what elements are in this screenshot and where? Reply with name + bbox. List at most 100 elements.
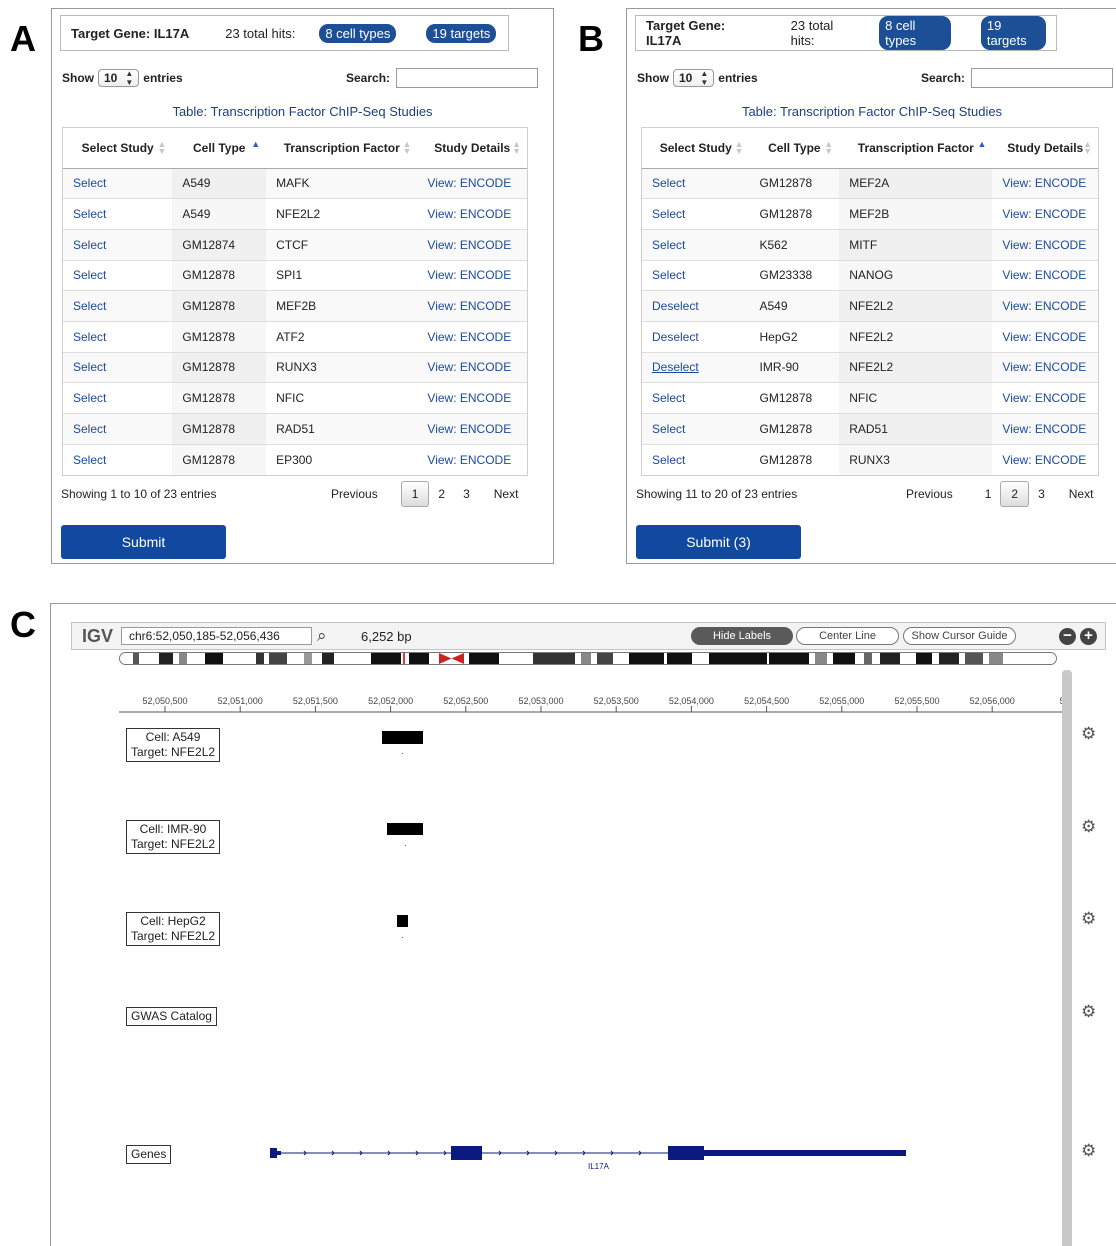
table-cell[interactable]: Select: [63, 198, 173, 230]
table-row: Select GM12878 MEF2B View: ENCODE: [63, 290, 527, 322]
table-cell: GM12878: [749, 382, 840, 414]
table-row: Select GM12878 NFIC View: ENCODE: [642, 382, 1098, 414]
table-cell[interactable]: Select: [642, 228, 750, 261]
table-cell[interactable]: View: ENCODE: [417, 443, 527, 475]
column-header[interactable]: Cell Type ▲: [172, 128, 267, 169]
table-cell[interactable]: Select: [63, 167, 173, 199]
scroll-rail[interactable]: [1062, 670, 1072, 1246]
gear-icon[interactable]: ⚙: [1081, 1002, 1096, 1022]
table-cell[interactable]: View: ENCODE: [992, 382, 1098, 414]
zoom-out-icon[interactable]: −: [1059, 628, 1076, 645]
search-icon[interactable]: ⌕: [317, 626, 327, 646]
cell-types-pill[interactable]: 8 cell types: [319, 23, 397, 43]
table-cell[interactable]: View: ENCODE: [417, 290, 527, 322]
ideogram[interactable]: [119, 652, 1059, 666]
table-cell[interactable]: Deselect: [642, 351, 750, 383]
column-header[interactable]: Study Details ▲ ▼: [992, 128, 1098, 169]
table-cell[interactable]: Select: [63, 443, 173, 475]
column-header[interactable]: Transcription Factor ▲: [839, 128, 993, 169]
table-cell[interactable]: View: ENCODE: [992, 443, 1098, 475]
table-cell[interactable]: Select: [642, 443, 750, 475]
table-cell[interactable]: Select: [642, 167, 750, 199]
column-header[interactable]: Transcription Factor ▲ ▼: [266, 128, 418, 169]
cell-types-pill[interactable]: 8 cell types: [879, 16, 951, 50]
table-cell[interactable]: View: ENCODE: [992, 320, 1098, 353]
table-cell[interactable]: View: ENCODE: [992, 167, 1098, 199]
ideogram-band: [815, 653, 827, 664]
peak-feature[interactable]: [397, 915, 408, 927]
table-cell[interactable]: View: ENCODE: [417, 351, 527, 383]
search-input[interactable]: [971, 68, 1114, 88]
table-cell[interactable]: View: ENCODE: [417, 259, 527, 291]
table-cell[interactable]: View: ENCODE: [417, 228, 527, 261]
table-cell[interactable]: View: ENCODE: [992, 259, 1098, 291]
pager-previous[interactable]: Previous: [897, 487, 962, 501]
column-header[interactable]: Select Study ▲ ▼: [642, 128, 750, 169]
pager-2[interactable]: 2: [1000, 481, 1030, 507]
column-header-label: Study Details: [1007, 140, 1084, 155]
table-cell[interactable]: Select: [63, 290, 173, 322]
table-cell[interactable]: View: ENCODE: [992, 290, 1098, 322]
pager-3[interactable]: 3: [1029, 487, 1054, 501]
gear-icon[interactable]: ⚙: [1081, 909, 1096, 929]
table-cell[interactable]: View: ENCODE: [992, 228, 1098, 261]
pager-next[interactable]: Next: [485, 487, 528, 501]
table-cell[interactable]: Select: [642, 259, 750, 291]
column-header[interactable]: Cell Type ▲ ▼: [749, 128, 840, 169]
peak-feature[interactable]: [382, 731, 423, 744]
hide-labels-toggle[interactable]: Hide Labels: [691, 627, 793, 645]
table-cell[interactable]: Select: [63, 413, 173, 445]
targets-pill[interactable]: 19 targets: [980, 16, 1046, 50]
table-row: Select GM12878 EP300 View: ENCODE: [63, 443, 527, 475]
table-cell[interactable]: Select: [63, 351, 173, 383]
table-cell[interactable]: Deselect: [642, 320, 750, 353]
submit-button[interactable]: Submit (3): [636, 525, 801, 559]
pager-next[interactable]: Next: [1060, 487, 1103, 501]
pager-1[interactable]: 1: [400, 481, 430, 507]
table-cell[interactable]: Select: [63, 259, 173, 291]
table-cell[interactable]: View: ENCODE: [417, 413, 527, 445]
table-row: Select GM12878 RAD51 View: ENCODE: [63, 413, 527, 445]
table-cell[interactable]: Select: [642, 198, 750, 230]
column-header[interactable]: Study Details ▲ ▼: [417, 128, 527, 169]
cursor-guide-toggle[interactable]: Show Cursor Guide: [903, 627, 1016, 645]
center-line-toggle[interactable]: Center Line: [796, 627, 899, 645]
table-cell[interactable]: View: ENCODE: [417, 382, 527, 414]
table-cell[interactable]: Deselect: [642, 290, 750, 322]
table-cell[interactable]: Select: [63, 382, 173, 414]
gear-icon[interactable]: ⚙: [1081, 817, 1096, 837]
pager-previous[interactable]: Previous: [322, 487, 387, 501]
table-cell[interactable]: View: ENCODE: [417, 320, 527, 353]
track-target: Target: NFE2L2: [131, 929, 216, 943]
peak-feature[interactable]: [387, 823, 423, 835]
table-cell: RUNX3: [839, 443, 993, 475]
gene-il17a[interactable]: IL17A: [266, 1141, 926, 1171]
entries-select[interactable]: 10 ▲ ▼: [673, 69, 715, 87]
table-cell: CTCF: [266, 228, 418, 261]
zoom-in-icon[interactable]: +: [1080, 628, 1097, 645]
pager-1[interactable]: 1: [976, 487, 1001, 501]
table-cell[interactable]: Select: [63, 320, 173, 353]
ruler-tick-label: 52,055,500: [894, 696, 939, 706]
entries-select[interactable]: 10 ▲ ▼: [98, 69, 140, 87]
locus-input[interactable]: chr6:52,050,185-52,056,436: [121, 627, 312, 645]
feature-dot: [402, 937, 403, 938]
table-cell[interactable]: Select: [642, 413, 750, 445]
updown-icon: ▲ ▼: [125, 69, 134, 87]
column-header[interactable]: Select Study ▲ ▼: [63, 128, 173, 169]
search-input[interactable]: [396, 68, 539, 88]
table-cell[interactable]: Select: [642, 382, 750, 414]
table-cell[interactable]: View: ENCODE: [992, 351, 1098, 383]
table-cell[interactable]: Select: [63, 228, 173, 261]
pager-2[interactable]: 2: [429, 487, 454, 501]
table-cell[interactable]: View: ENCODE: [992, 198, 1098, 230]
table-cell[interactable]: View: ENCODE: [417, 167, 527, 199]
show-label: Show: [637, 71, 669, 85]
table-cell[interactable]: View: ENCODE: [417, 198, 527, 230]
table-cell[interactable]: View: ENCODE: [992, 413, 1098, 445]
submit-button[interactable]: Submit: [61, 525, 226, 559]
gear-icon[interactable]: ⚙: [1081, 724, 1096, 744]
gear-icon[interactable]: ⚙: [1081, 1141, 1096, 1161]
pager-3[interactable]: 3: [454, 487, 479, 501]
targets-pill[interactable]: 19 targets: [426, 23, 497, 43]
